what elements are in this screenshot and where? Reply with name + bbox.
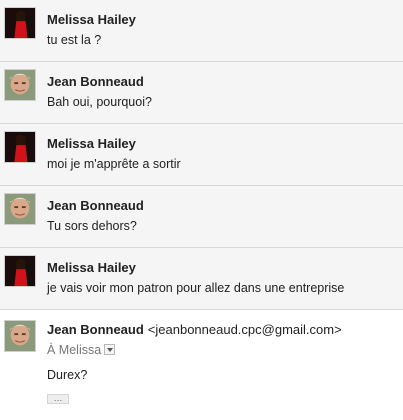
woman-red-dress-avatar-icon <box>4 7 36 39</box>
collapsed-message[interactable]: Melissa Hailey je vais voir mon patron p… <box>0 248 403 310</box>
expanded-message: Jean Bonneaud <jeanbonneaud.cpc@gmail.com… <box>0 310 403 420</box>
message-sender: Melissa Hailey <box>47 12 136 27</box>
show-trimmed-content-button[interactable]: … <box>47 394 69 404</box>
message-sender: Melissa Hailey <box>47 260 136 275</box>
collapsed-message[interactable]: Melissa Hailey moi je m'apprête a sortir <box>0 124 403 186</box>
conversation-thread: Melissa Hailey tu est la ? Jean Bonneaud… <box>0 0 403 420</box>
message-snippet: Bah oui, pourquoi? <box>47 95 152 109</box>
message-body: Durex? <box>47 368 88 382</box>
woman-red-dress-avatar-icon <box>4 255 36 287</box>
woman-red-dress-avatar-icon <box>4 131 36 163</box>
message-snippet: moi je m'apprête a sortir <box>47 157 181 171</box>
show-details-dropdown-icon[interactable] <box>104 344 116 356</box>
recipient-line: À Melissa <box>47 343 116 357</box>
collapsed-message[interactable]: Jean Bonneaud Tu sors dehors? <box>0 186 403 248</box>
message-snippet: Tu sors dehors? <box>47 219 137 233</box>
message-sender: Jean Bonneaud <box>47 74 144 89</box>
recipient-label: À Melissa <box>47 343 102 357</box>
message-sender: Jean Bonneaud <box>47 198 144 213</box>
sender-email: <jeanbonneaud.cpc@gmail.com> <box>147 322 342 337</box>
older-man-avatar-icon <box>4 193 36 225</box>
message-sender-line: Jean Bonneaud <jeanbonneaud.cpc@gmail.com… <box>47 322 342 337</box>
collapsed-message[interactable]: Melissa Hailey tu est la ? <box>0 0 403 62</box>
older-man-avatar-icon <box>4 69 36 101</box>
older-man-avatar-icon <box>4 320 36 352</box>
collapsed-message[interactable]: Jean Bonneaud Bah oui, pourquoi? <box>0 62 403 124</box>
message-snippet: je vais voir mon patron pour allez dans … <box>47 281 345 295</box>
message-sender: Melissa Hailey <box>47 136 136 151</box>
message-sender[interactable]: Jean Bonneaud <box>47 322 144 337</box>
message-snippet: tu est la ? <box>47 33 102 47</box>
